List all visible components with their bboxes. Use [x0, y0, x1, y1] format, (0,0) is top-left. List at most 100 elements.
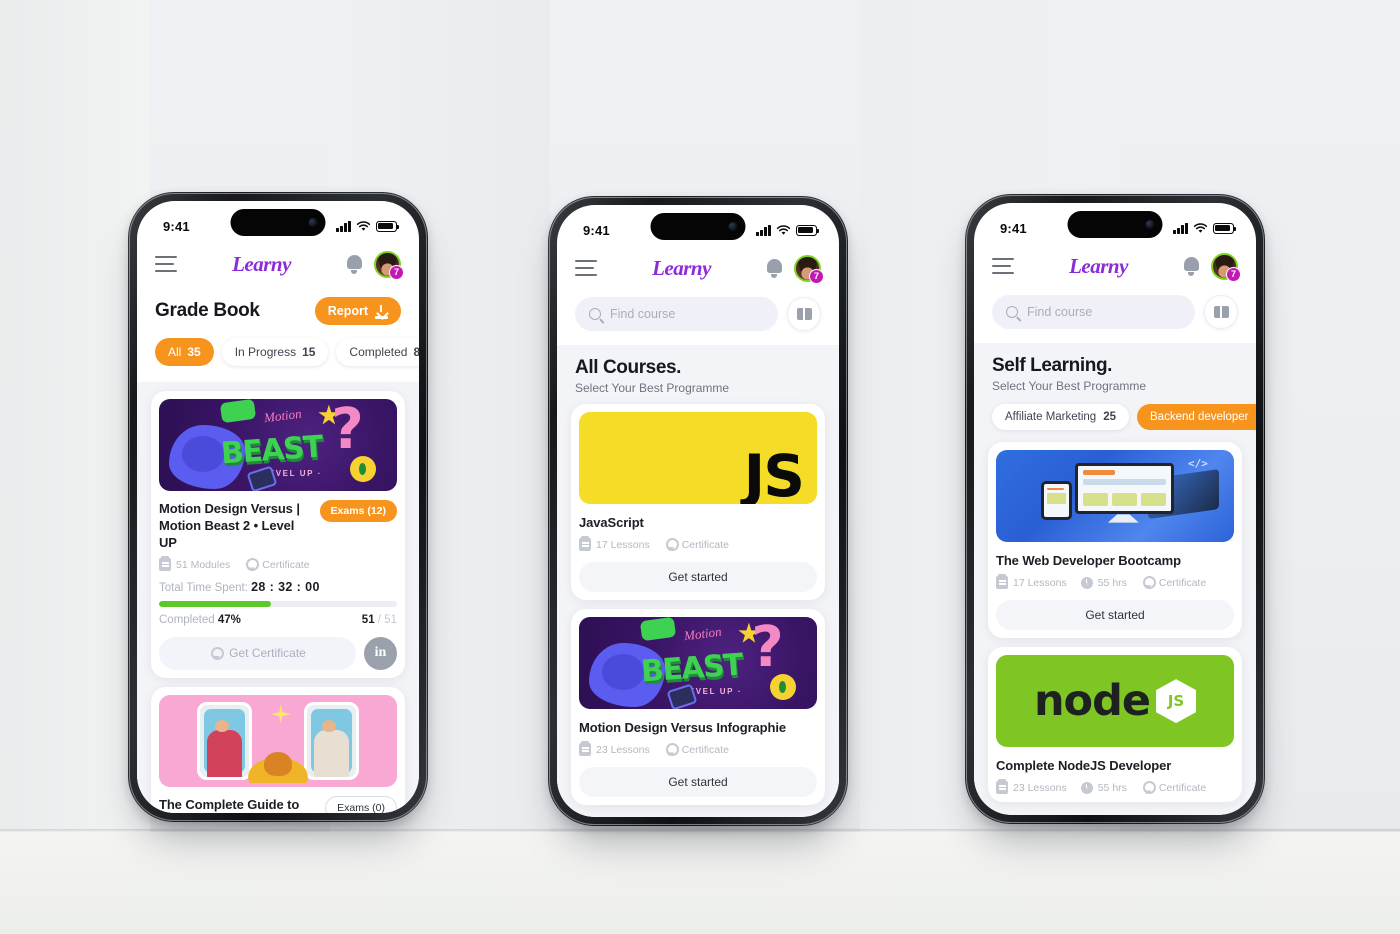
certificate-label: Certificate: [1158, 781, 1207, 794]
section-header: All Courses. Select Your Best Programme: [557, 345, 839, 395]
battery-icon: [1213, 222, 1237, 234]
search-input[interactable]: Find course: [992, 295, 1195, 329]
dynamic-island: [1067, 211, 1163, 238]
lessons-label: 23 Lessons: [596, 743, 650, 756]
menu-icon[interactable]: [575, 259, 597, 277]
search-row: Find course: [575, 291, 821, 341]
section-subtitle: Select Your Best Programme: [575, 381, 730, 395]
book-icon: [796, 308, 812, 320]
lessons-icon: [579, 741, 591, 757]
meta-lessons: 17 Lessons: [579, 536, 650, 552]
chip-label: Affiliate Marketing: [1005, 411, 1097, 423]
get-started-button[interactable]: Get started: [579, 767, 817, 798]
course-thumbnail: Motion BEAST ? · LEVEL UP ·: [159, 399, 397, 491]
course-meta: 23 Lessons 55 hrs Certificate: [996, 779, 1234, 795]
tab-label: Completed: [349, 345, 408, 359]
web-developer-artwork: </>: [996, 450, 1234, 542]
library-button[interactable]: [1204, 295, 1238, 329]
notification-bell-icon[interactable]: [346, 254, 363, 274]
get-started-button[interactable]: Get started: [996, 600, 1234, 631]
avatar[interactable]: 7: [1210, 252, 1241, 282]
tab-all[interactable]: All 35: [155, 338, 214, 366]
clock-icon: [1080, 576, 1093, 589]
certificate-icon: [209, 646, 225, 660]
course-card[interactable]: node JS Complete NodeJS Developer 23 Les…: [988, 647, 1242, 803]
search-placeholder: Find course: [1027, 305, 1093, 319]
page-content[interactable]: Grade Book Report All 35 In Progress 15: [137, 287, 419, 813]
tab-completed[interactable]: Completed 8: [336, 338, 419, 366]
count-separator: /: [377, 613, 381, 626]
course-card[interactable]: </> The Web Developer Bootcamp 17 Lesson…: [988, 442, 1242, 639]
page-content[interactable]: Find course All Courses. Select Your Bes…: [557, 291, 839, 817]
time-value: 28 : 32 : 00: [251, 580, 320, 595]
get-certificate-button[interactable]: Get Certificate: [159, 636, 356, 670]
section-title: All Courses.: [575, 357, 682, 378]
dynamic-island: [650, 213, 746, 240]
course-card[interactable]: Motion BEAST ? · LEVEL UP · Motion Desig…: [151, 391, 405, 678]
page-title: Grade Book: [155, 300, 260, 321]
tab-count: 35: [187, 345, 201, 359]
chip-affiliate-marketing[interactable]: Affiliate Marketing 25: [992, 404, 1129, 430]
lessons-label: 23 Lessons: [1013, 781, 1067, 794]
course-thumbnail: JS: [579, 412, 817, 504]
exams-badge[interactable]: Exams (0): [325, 795, 397, 813]
course-title: Motion Design Versus Infographie: [579, 720, 786, 736]
chip-count: 7: [1255, 411, 1256, 423]
certificate-label: Certificate: [681, 743, 729, 756]
grade-book-head: Grade Book Report: [155, 287, 401, 327]
lessons-total: 51: [384, 613, 397, 626]
course-thumbnail: Motion BEAST ? · LEVEL UP ·: [579, 617, 817, 710]
app-header: Learny 7: [137, 241, 419, 287]
node-hex-badge: JS: [1156, 679, 1197, 724]
menu-icon[interactable]: [155, 255, 177, 273]
progress-bar: [159, 601, 397, 607]
notification-bell-icon[interactable]: [766, 258, 783, 278]
completed-label: Completed: [159, 613, 215, 626]
report-button-label: Report: [327, 304, 368, 318]
menu-icon[interactable]: [992, 257, 1014, 275]
status-indicators: [756, 224, 820, 236]
report-button[interactable]: Report: [314, 297, 401, 325]
header-actions: 7: [766, 254, 824, 284]
filter-tabs[interactable]: All 35 In Progress 15 Completed 8: [155, 327, 419, 368]
app-header: Learny 7: [557, 245, 839, 291]
page-content[interactable]: Find course Self Learning. Select Your B…: [974, 289, 1256, 815]
certificate-icon: [664, 743, 679, 757]
tab-label: All: [168, 345, 182, 359]
meta-hours: 55 hrs: [1080, 781, 1127, 794]
completed-percent: 47%: [217, 613, 241, 626]
exams-badge[interactable]: Exams (12): [319, 500, 397, 522]
phone-screen: 9:41 Learny 7: [974, 203, 1256, 815]
search-input[interactable]: Find course: [575, 297, 778, 331]
time-label: Total Time Spent:: [159, 582, 248, 595]
status-time: 9:41: [1000, 220, 1027, 236]
app-header: Learny 7: [974, 243, 1256, 289]
meta-certificate: Certificate: [1141, 576, 1207, 590]
status-bar: 9:41: [137, 201, 419, 241]
phone-mockup-all-courses: 9:41 Learny 7 Find course All Courses. S…: [548, 196, 848, 826]
category-chips[interactable]: Affiliate Marketing 25 Backend developer…: [974, 393, 1256, 433]
status-indicators: [336, 220, 400, 232]
certificate-label: Certificate: [1158, 576, 1207, 589]
chip-label: Backend developer: [1150, 411, 1249, 423]
get-started-button[interactable]: Get started: [579, 562, 817, 593]
tab-in-progress[interactable]: In Progress 15: [221, 338, 329, 366]
library-button[interactable]: [787, 297, 821, 331]
meta-hours: 55 hrs: [1080, 576, 1127, 589]
hours-label: 55 hrs: [1097, 781, 1127, 794]
battery-icon: [376, 220, 400, 232]
meta-certificate: Certificate: [244, 558, 310, 572]
avatar[interactable]: 7: [373, 250, 404, 280]
course-card[interactable]: The Complete Guide to Partnership Market…: [151, 686, 405, 813]
status-time: 9:41: [163, 218, 190, 234]
course-title: Complete NodeJS Developer: [996, 758, 1172, 774]
node-logo-text: node: [1033, 675, 1151, 726]
avatar[interactable]: 7: [793, 254, 824, 284]
course-card[interactable]: JS JavaScript 17 Lessons Certificate Get…: [571, 404, 825, 601]
chip-backend-developer[interactable]: Backend developer 7: [1137, 404, 1256, 430]
linkedin-share-button[interactable]: in: [364, 636, 397, 670]
tab-label: In Progress: [234, 345, 297, 359]
course-card[interactable]: Motion BEAST ? · LEVEL UP · Motion Desig…: [571, 609, 825, 806]
notification-bell-icon[interactable]: [1183, 256, 1200, 276]
phone-screen: 9:41 Learny 7: [557, 205, 839, 817]
